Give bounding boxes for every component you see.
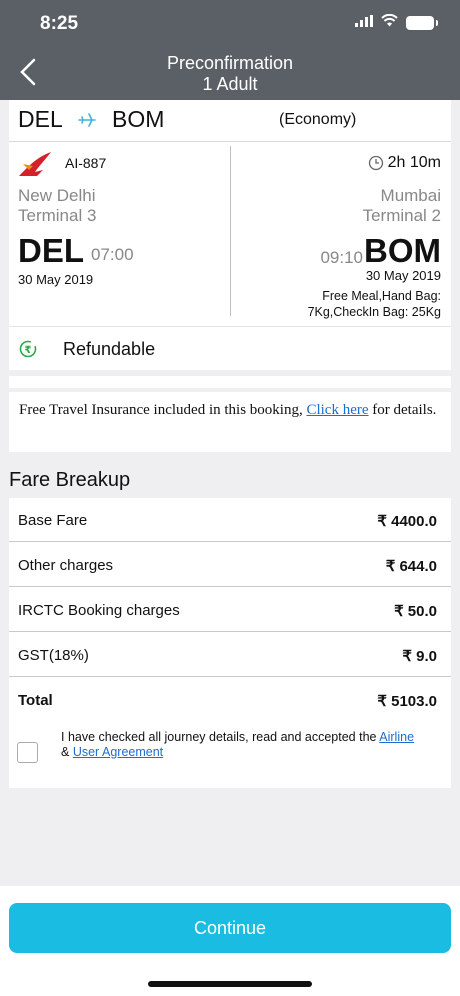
fare-value: ₹ 9.0 xyxy=(402,648,437,665)
agreement-text: I have checked all journey details, read… xyxy=(61,730,445,760)
departure-date: 30 May 2019 xyxy=(18,272,94,287)
route-from: DEL xyxy=(18,106,63,132)
flight-number: AI-887 xyxy=(65,155,107,171)
fare-row: GST(18%) ₹ 9.0 xyxy=(9,633,451,677)
refund-icon: ₹ xyxy=(19,340,37,363)
departure-city: New Delhi xyxy=(18,186,96,205)
battery-icon xyxy=(406,16,438,30)
departure-code: DEL xyxy=(18,232,84,269)
bottom-bar: Continue xyxy=(0,886,460,996)
fare-row: Base Fare ₹ 4400.0 xyxy=(9,498,451,542)
arrival-terminal: Terminal 2 xyxy=(362,206,441,225)
total-value: ₹ 5103.0 xyxy=(377,693,437,710)
route-summary: DEL BOM (Economy) xyxy=(9,100,451,142)
agreement-checkbox[interactable] xyxy=(17,742,38,763)
insurance-note: Free Travel Insurance included in this b… xyxy=(9,392,451,452)
home-indicator xyxy=(148,981,312,987)
fare-breakup-title: Fare Breakup xyxy=(9,469,131,491)
vertical-divider xyxy=(230,146,231,316)
refund-status: ₹ Refundable xyxy=(9,326,451,370)
baggage-line-2: 7Kg,CheckIn Bag: 25Kg xyxy=(307,305,441,319)
flight-duration: 2h 10m xyxy=(368,154,441,172)
fare-value: ₹ 644.0 xyxy=(385,558,437,575)
cabin-class: (Economy) xyxy=(279,111,357,128)
user-agreement-link[interactable]: User Agreement xyxy=(73,745,163,759)
fare-label: Base Fare xyxy=(18,512,88,529)
baggage-info: Free Meal,Hand Bag: 7Kg,CheckIn Bag: 25K… xyxy=(308,288,441,320)
page-title: Preconfirmation 1 Adult xyxy=(0,53,460,95)
signal-icon xyxy=(355,14,373,32)
arrival-time: 09:10 xyxy=(320,248,363,267)
fare-row: IRCTC Booking charges ₹ 50.0 xyxy=(9,588,451,632)
continue-button[interactable]: Continue xyxy=(9,903,451,953)
airline-logo-icon xyxy=(17,150,55,185)
airline-agreement-link[interactable]: Airline xyxy=(379,730,414,744)
insurance-link[interactable]: Click here xyxy=(306,402,368,418)
arrival-city: Mumbai xyxy=(380,186,441,205)
status-icons xyxy=(355,13,438,32)
departure-time: 07:00 xyxy=(91,245,134,264)
fare-label: GST(18%) xyxy=(18,647,89,664)
svg-text:₹: ₹ xyxy=(25,345,32,356)
fare-breakup-card: Base Fare ₹ 4400.0 Other charges ₹ 644.0… xyxy=(9,498,451,788)
wifi-icon xyxy=(381,13,398,32)
fare-value: ₹ 4400.0 xyxy=(377,513,437,530)
arrival-code: BOM xyxy=(364,232,441,269)
fare-total-row: Total ₹ 5103.0 xyxy=(9,678,451,722)
agreement-amp: & xyxy=(61,745,73,759)
flight-card: AI-887 2h 10m New Delhi Terminal 3 DEL 0… xyxy=(9,142,451,328)
duration-text: 2h 10m xyxy=(387,154,441,171)
arrival-date: 30 May 2019 xyxy=(365,268,441,283)
clock-icon xyxy=(368,155,383,171)
fare-value: ₹ 50.0 xyxy=(394,603,437,620)
total-label: Total xyxy=(18,692,53,709)
plane-icon xyxy=(77,110,97,135)
fare-label: Other charges xyxy=(18,557,114,574)
insurance-text: Free Travel Insurance included in this b… xyxy=(19,402,307,418)
insurance-text-end: for details. xyxy=(368,402,437,418)
departure-terminal: Terminal 3 xyxy=(18,206,97,225)
nav-header: 8:25 Preconfirmation 1 Adult xyxy=(0,0,460,100)
spacer-strip xyxy=(9,376,451,388)
status-time: 8:25 xyxy=(40,13,79,34)
route-to: BOM xyxy=(112,106,165,132)
fare-label: IRCTC Booking charges xyxy=(18,602,180,619)
subtitle-text: 1 Adult xyxy=(202,74,258,94)
title-text: Preconfirmation xyxy=(166,53,294,73)
refund-label: Refundable xyxy=(63,339,156,359)
baggage-line-1: Free Meal,Hand Bag: xyxy=(322,289,441,303)
agreement-sentence: I have checked all journey details, read… xyxy=(61,730,380,744)
fare-row: Other charges ₹ 644.0 xyxy=(9,543,451,587)
